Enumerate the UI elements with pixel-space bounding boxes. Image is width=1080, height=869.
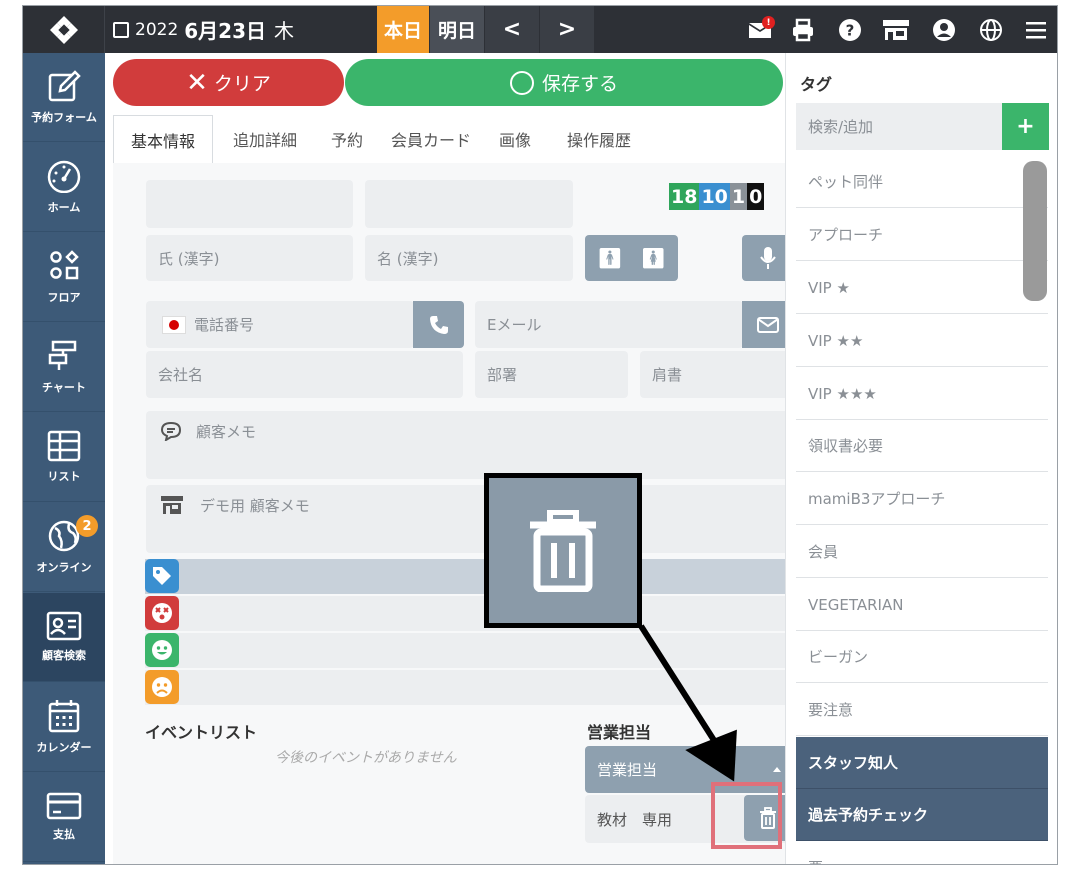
callout-arrow [638,624,737,782]
trash-button-highlight [711,782,782,849]
